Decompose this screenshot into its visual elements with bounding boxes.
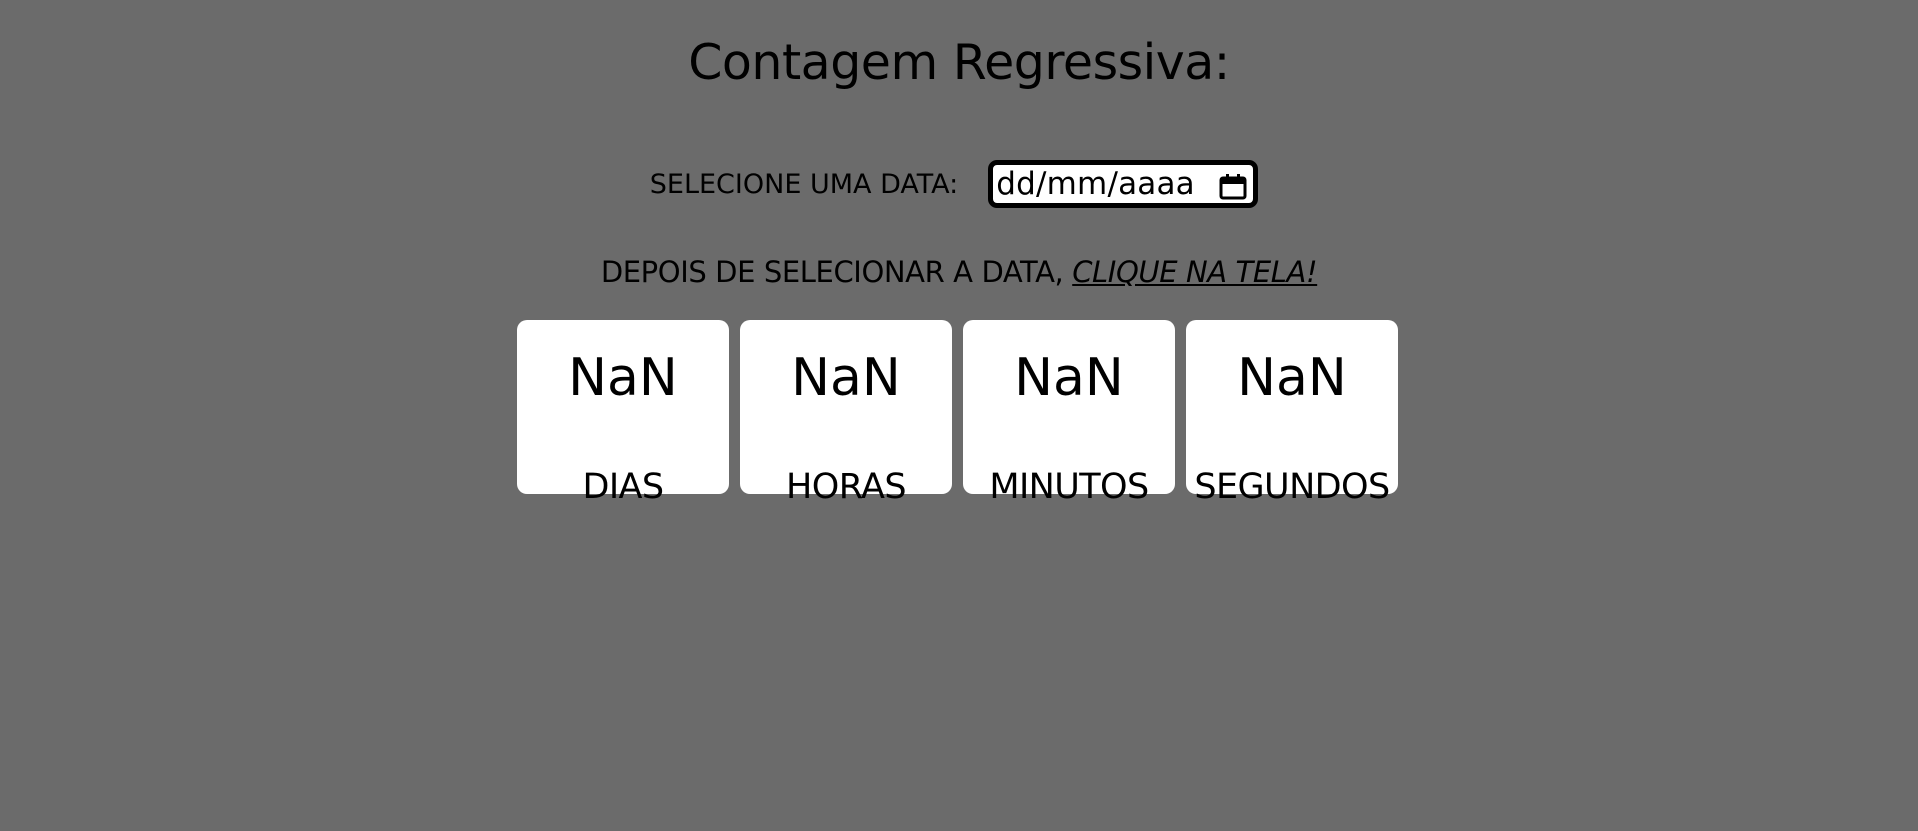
countdown-card-days: NaN DIAS	[517, 320, 729, 507]
countdown-card-hours: NaN HORAS	[740, 320, 952, 507]
page-title: Contagem Regressiva:	[688, 34, 1230, 91]
seconds-label: SEGUNDOS	[1194, 467, 1390, 507]
date-input[interactable]: dd/mm/aaaa	[988, 160, 1259, 208]
minutes-label: MINUTOS	[989, 467, 1149, 507]
seconds-value: NaN	[1237, 348, 1347, 408]
date-selector-row: SELECIONE UMA DATA: dd/mm/aaaa	[0, 160, 1918, 208]
countdown-card-minutes: NaN MINUTOS	[963, 320, 1175, 507]
minutes-value: NaN	[1014, 348, 1124, 408]
instruction-text: DEPOIS DE SELECIONAR A DATA, CLIQUE NA T…	[0, 255, 1918, 289]
countdown-cards: NaN DIAS NaN HORAS NaN MINUTOS NaN SEGUN…	[517, 320, 1398, 507]
page[interactable]: Contagem Regressiva: SELECIONE UMA DATA:…	[0, 0, 1918, 831]
instruction-prefix: DEPOIS DE SELECIONAR A DATA,	[600, 255, 1073, 289]
days-value: NaN	[568, 348, 678, 408]
hours-label: HORAS	[786, 467, 907, 507]
date-label: SELECIONE UMA DATA:	[649, 168, 959, 200]
calendar-icon[interactable]	[1219, 173, 1247, 200]
countdown-card-seconds: NaN SEGUNDOS	[1186, 320, 1398, 507]
days-label: DIAS	[582, 467, 664, 507]
click-screen-cta: CLIQUE NA TELA!	[1072, 255, 1318, 289]
hours-value: NaN	[791, 348, 901, 408]
date-input-placeholder: dd/mm/aaaa	[996, 166, 1195, 202]
